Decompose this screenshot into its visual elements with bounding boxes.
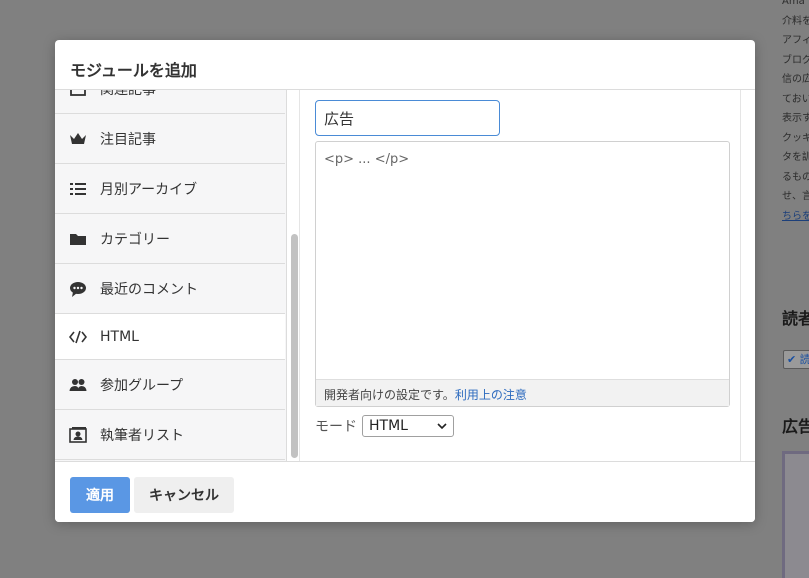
group-icon [69,376,87,394]
sidebar-item-html[interactable]: HTML [55,314,285,360]
mode-row: モード HTML [315,415,454,437]
author-list-icon [69,426,87,444]
sidebar-item-label: 執筆者リスト [100,427,184,444]
code-icon [69,328,87,346]
bg-line: Ama [782,0,805,7]
bg-ad-box [782,451,809,578]
sidebar-item-label: カテゴリー [100,231,170,248]
module-list: 関連記事 注目記事 月別アーカイブ [55,90,285,460]
sidebar-item-recent-comments[interactable]: 最近のコメント [55,264,285,314]
bg-line: せ、言 [782,191,809,202]
bg-line: 介料を [782,15,809,27]
apply-button[interactable]: 適用 [70,477,130,513]
sidebar-item-label: 注目記事 [100,131,156,148]
related-articles-icon [69,90,87,98]
panel-divider [740,90,741,461]
scrollbar-thumb[interactable] [291,234,298,458]
module-title-input[interactable] [315,100,500,136]
list-icon [69,180,87,198]
module-sidebar: 関連記事 注目記事 月別アーカイブ [55,90,287,461]
bg-heading-readers: 読者 [782,309,809,328]
sidebar-item-label: 関連記事 [100,90,156,99]
module-settings-panel: <p> ... </p> 開発者向けの設定です。利用上の注意 モード HTML [301,90,741,461]
bg-link: ちらを [782,210,809,222]
comment-icon [69,280,87,298]
mode-label: モード [315,419,357,435]
sidebar-item-groups[interactable]: 参加グループ [55,360,285,410]
sidebar-scrollbar[interactable] [288,90,300,461]
sidebar-item-monthly-archive[interactable]: 月別アーカイブ [55,164,285,214]
sidebar-item-label: 参加グループ [100,377,184,394]
dialog-footer: 適用 キャンセル [55,461,755,522]
bg-checkbox-button: ✔ 読 [783,350,809,369]
bg-line: 表示す [782,113,809,124]
mode-select[interactable]: HTML [362,415,454,437]
sidebar-item-label: 最近のコメント [100,281,198,298]
sidebar-item-label: 月別アーカイブ [100,181,198,198]
html-editor[interactable]: <p> ... </p> 開発者向けの設定です。利用上の注意 [315,141,730,407]
bg-line: 信の広 [782,74,809,85]
sidebar-item-author-list[interactable]: 執筆者リスト [55,410,285,460]
bg-line: ておい [782,93,809,105]
crown-icon [69,130,87,148]
editor-note: 開発者向けの設定です。 [324,388,455,402]
sidebar-item-featured-articles[interactable]: 注目記事 [55,114,285,164]
dialog-header: モジュールを追加 [55,40,755,90]
mode-select-value: HTML [369,418,408,434]
bg-line: クッキ [782,132,809,144]
bg-heading-ad: 広告 [782,417,809,436]
sidebar-item-related-articles[interactable]: 関連記事 [55,90,285,114]
bg-line: アフィ [782,35,809,46]
folder-icon [69,230,87,248]
editor-content[interactable]: <p> ... </p> [324,152,409,167]
bg-line: るもの [782,171,809,183]
dialog-body: 関連記事 注目記事 月別アーカイブ [55,90,755,461]
bg-line: タを訓 [782,152,809,163]
editor-footer: 開発者向けの設定です。利用上の注意 [316,379,729,406]
sidebar-item-label: HTML [100,328,139,345]
sidebar-item-category[interactable]: カテゴリー [55,214,285,264]
add-module-dialog: モジュールを追加 関連記事 注目記事 [55,40,755,522]
chevron-down-icon [437,418,447,434]
dialog-title: モジュールを追加 [70,61,197,80]
usage-notes-link[interactable]: 利用上の注意 [455,388,527,402]
cancel-button[interactable]: キャンセル [134,477,234,513]
bg-line: ブログ [782,54,809,66]
